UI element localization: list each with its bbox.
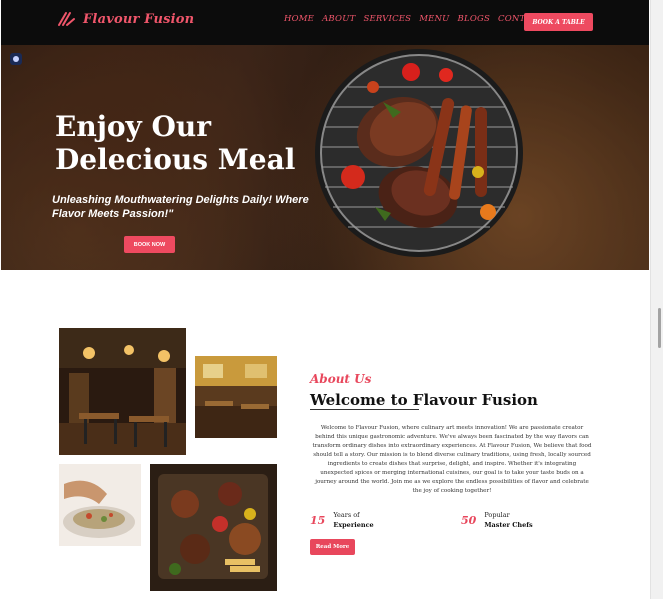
stat-label: Popular Master Chefs: [484, 510, 532, 530]
stat-label: Years of Experience: [333, 510, 373, 530]
dining-room-photo: [195, 356, 277, 438]
about-title: Welcome to Flavour Fusion: [310, 391, 538, 409]
hero-subtitle: Unleashing Mouthwatering Delights Daily!…: [52, 194, 309, 220]
stat-years: 15 Years of Experience: [310, 510, 374, 530]
nav-link-menu[interactable]: MENU: [419, 14, 449, 24]
stat-label-line2: Experience: [333, 521, 374, 529]
read-more-button[interactable]: Read More: [310, 539, 355, 555]
book-now-button[interactable]: BOOK NOW: [124, 236, 175, 253]
hero-section: Flavour Fusion HOME ABOUT SERVICES MENU …: [1, 0, 649, 270]
about-body: Welcome to Flavour Fusion, where culinar…: [312, 425, 592, 494]
stat-chefs: 50 Popular Master Chefs: [461, 510, 533, 530]
chef-plating-photo: [59, 464, 141, 546]
nav-links: HOME ABOUT SERVICES MENU BLOGS CONTACT: [284, 14, 544, 24]
book-table-button[interactable]: BOOK A TABLE: [524, 13, 593, 31]
about-kicker: About Us: [310, 372, 372, 386]
nav-link-blogs[interactable]: BLOGS: [458, 14, 490, 24]
nav-link-services[interactable]: SERVICES: [363, 14, 411, 24]
scrollbar-thumb[interactable]: [658, 308, 661, 348]
hero-title: Enjoy Our Delecious Meal: [55, 110, 296, 176]
stat-number: 15: [310, 513, 326, 527]
title-underline: [310, 409, 419, 410]
stat-label-line1: Popular: [484, 511, 510, 519]
logo-mark-icon: [58, 12, 75, 26]
top-navbar: Flavour Fusion HOME ABOUT SERVICES MENU …: [1, 0, 649, 45]
stat-label-line1: Years of: [333, 511, 360, 519]
stat-label-line2: Master Chefs: [484, 521, 533, 529]
stat-number: 50: [461, 513, 477, 527]
scrollbar-track[interactable]: [650, 0, 663, 599]
platter-photo: [150, 464, 277, 591]
nav-link-home[interactable]: HOME: [284, 14, 314, 24]
restaurant-interior-photo: [59, 328, 186, 455]
grilled-meat-image: [315, 49, 523, 257]
brand-logo[interactable]: Flavour Fusion: [57, 9, 194, 29]
nav-link-about[interactable]: ABOUT: [322, 14, 355, 24]
brand-name: Flavour Fusion: [83, 11, 195, 27]
camera-icon[interactable]: [10, 53, 22, 65]
